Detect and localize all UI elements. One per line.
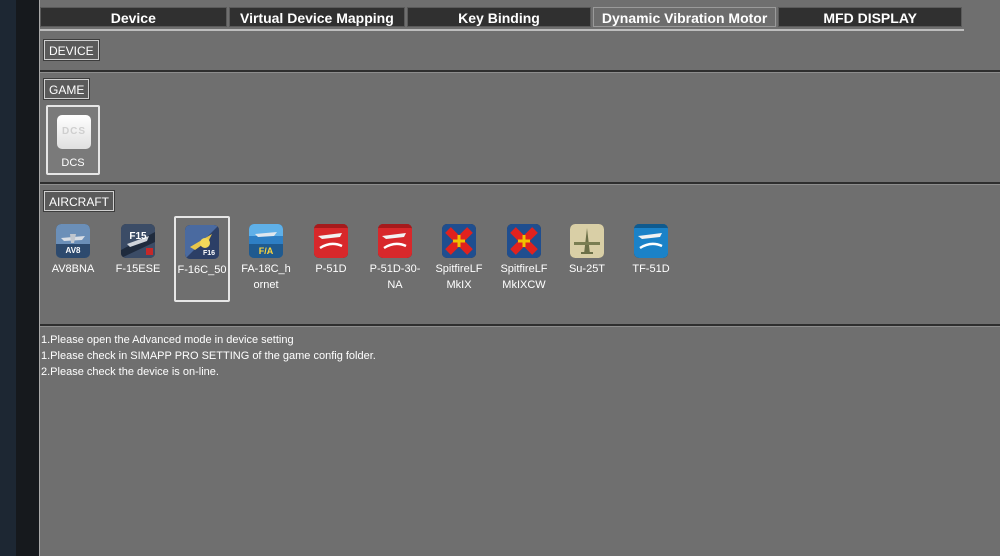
- dcs-logo-text: DCS: [61, 126, 87, 137]
- aircraft-label: FA-18C_hornet: [241, 263, 291, 291]
- av8bna-icon: AV8: [56, 224, 90, 258]
- aircraft-item-av8bna[interactable]: AV8 AV8BNA: [45, 216, 101, 302]
- dcs-logo-icon: DCS: [57, 115, 91, 149]
- spitfire-icon: [442, 224, 476, 258]
- svg-text:F/A: F/A: [259, 246, 274, 256]
- aircraft-item-p51d[interactable]: P-51D: [303, 216, 359, 302]
- aircraft-label: P-51D: [315, 263, 347, 275]
- game-section-label: GAME: [42, 78, 91, 100]
- aircraft-item-f15ese[interactable]: F15 F-15ESE: [110, 216, 166, 302]
- aircraft-item-tf51d[interactable]: TF-51D: [623, 216, 679, 302]
- svg-text:F15: F15: [129, 231, 147, 242]
- aircraft-item-spitfire-lf-mk-ix-cw[interactable]: SpitfireLFMkIXCW: [496, 216, 552, 302]
- svg-text:AV8: AV8: [66, 246, 82, 255]
- tab-device[interactable]: Device: [40, 7, 227, 27]
- fa18c-icon: F/A: [249, 224, 283, 258]
- tab-virtual-device-mapping[interactable]: Virtual Device Mapping: [228, 7, 406, 27]
- svg-text:F16: F16: [203, 250, 215, 257]
- aircraft-label: F-15ESE: [115, 263, 161, 275]
- aircraft-section-label: AIRCRAFT: [43, 190, 115, 212]
- aircraft-item-f16c-50[interactable]: F16 F-16C_50: [174, 216, 230, 302]
- tab-key-binding[interactable]: Key Binding: [407, 7, 591, 27]
- f16c-icon: F16: [185, 225, 219, 259]
- tab-bar: Device Virtual Device Mapping Key Bindin…: [40, 7, 964, 31]
- aircraft-item-su25t[interactable]: Su-25T: [559, 216, 615, 302]
- game-label: DCS: [61, 157, 85, 169]
- tab-dynamic-vibration-motor[interactable]: Dynamic Vibration Motor: [592, 7, 777, 27]
- spitfire-cw-icon: [507, 224, 541, 258]
- window-left-edge: [0, 0, 16, 556]
- aircraft-list: AV8 AV8BNA F15 F-15ESE F16 F-16C_50 F/A …: [40, 216, 740, 316]
- message-line: 2.Please check the device is on-line.: [41, 366, 219, 378]
- su25t-icon: [570, 224, 604, 258]
- aircraft-label: F-16C_50: [177, 264, 227, 276]
- aircraft-label: Su-25T: [568, 263, 606, 275]
- aircraft-label: TF-51D: [632, 263, 670, 275]
- game-item-dcs[interactable]: DCS DCS: [46, 105, 100, 175]
- instruction-messages: 1.Please open the Advanced mode in devic…: [41, 332, 376, 380]
- vibration-motor-panel: Device Virtual Device Mapping Key Bindin…: [39, 0, 1000, 556]
- f15ese-icon: F15: [121, 224, 155, 258]
- aircraft-label: AV8BNA: [51, 263, 95, 275]
- p51d-icon: [314, 224, 348, 258]
- tab-mfd-display[interactable]: MFD DISPLAY: [778, 7, 962, 27]
- aircraft-label: SpitfireLFMkIX: [435, 263, 483, 291]
- tf51d-icon: [634, 224, 668, 258]
- divider: [40, 324, 1000, 327]
- aircraft-item-spitfire-lf-mk-ix[interactable]: SpitfireLFMkIX: [431, 216, 487, 302]
- message-line: 1.Please check in SIMAPP PRO SETTING of …: [41, 350, 376, 362]
- aircraft-label: SpitfireLFMkIXCW: [500, 263, 548, 291]
- divider: [40, 182, 1000, 185]
- divider: [40, 70, 1000, 73]
- device-section-label: DEVICE: [43, 39, 100, 61]
- aircraft-label: P-51D-30-NA: [369, 263, 421, 291]
- aircraft-item-fa18c-hornet[interactable]: F/A FA-18C_hornet: [238, 216, 294, 302]
- aircraft-item-p51d-30-na[interactable]: P-51D-30-NA: [367, 216, 423, 302]
- message-line: 1.Please open the Advanced mode in devic…: [41, 334, 294, 346]
- p51d30na-icon: [378, 224, 412, 258]
